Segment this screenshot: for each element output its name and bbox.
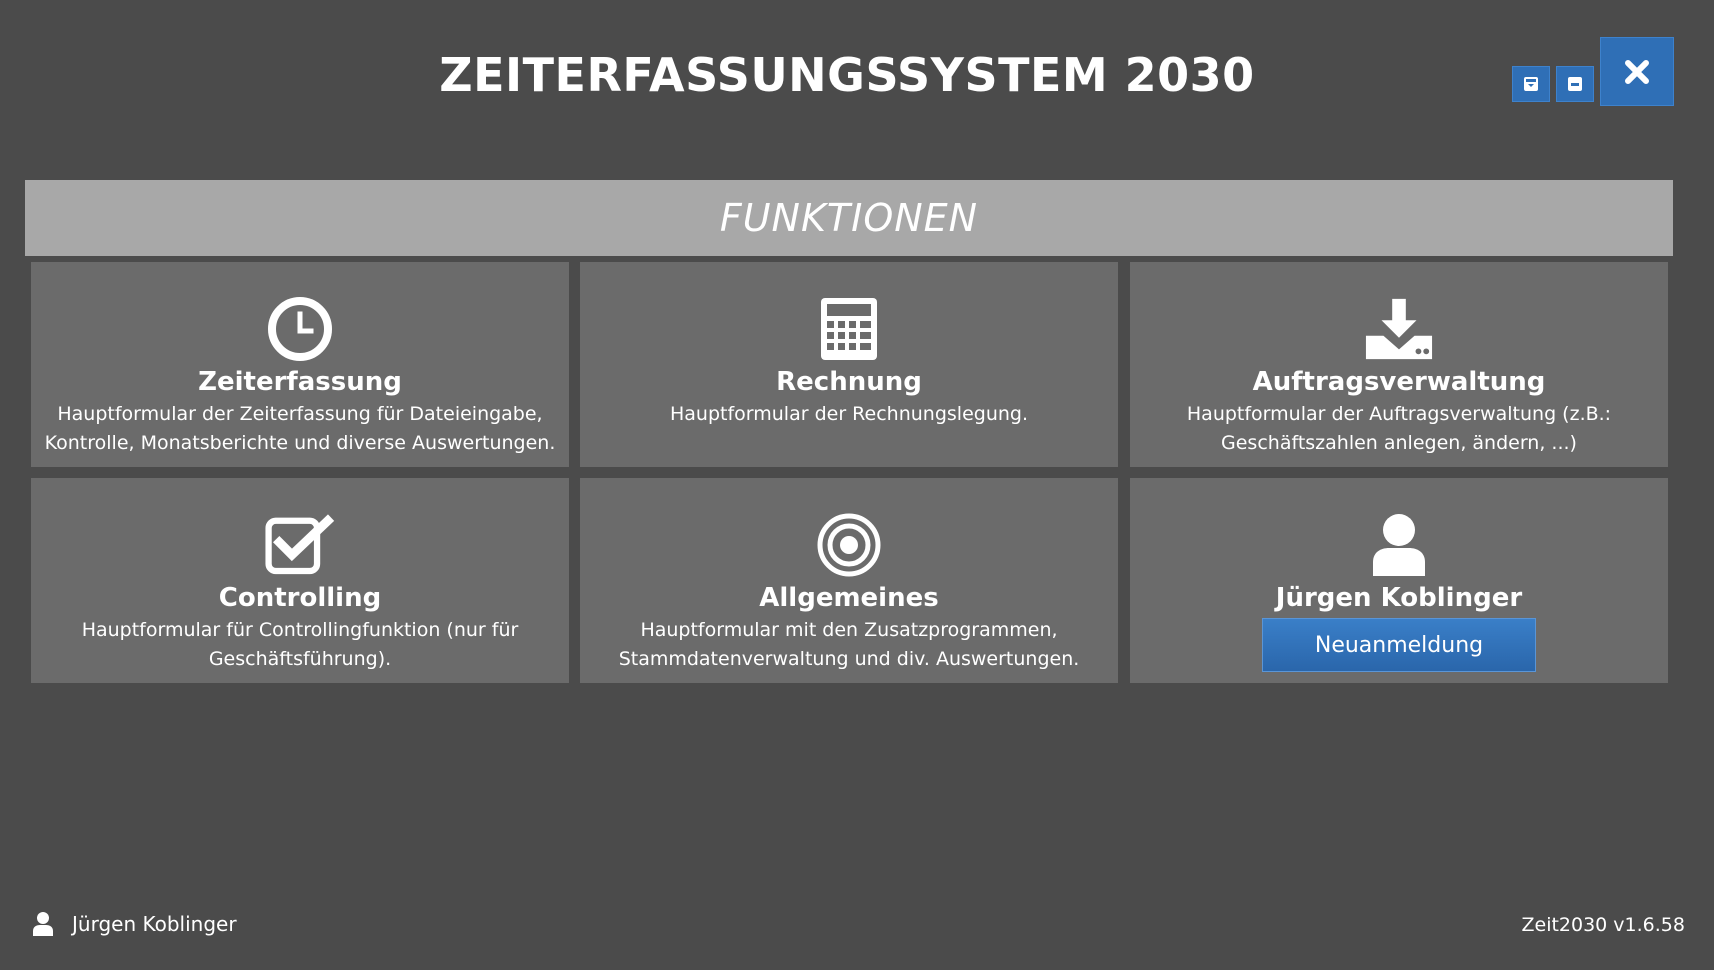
app-title: ZEITERFASSUNGSSYSTEM 2030: [439, 48, 1255, 102]
tile-auftragsverwaltung[interactable]: Auftragsverwaltung Hauptformular der Auf…: [1130, 262, 1668, 467]
close-icon: [1625, 59, 1649, 84]
tile-description: Hauptformular der Auftragsverwaltung (z.…: [1186, 403, 1612, 454]
tile-description: Hauptformular der Rechnungslegung.: [669, 403, 1029, 425]
restore-button[interactable]: [1512, 66, 1550, 102]
tile-title: Allgemeines: [759, 583, 939, 613]
minimize-button[interactable]: [1556, 66, 1594, 102]
calculator-icon: [814, 296, 884, 362]
minimize-icon: [1568, 77, 1582, 91]
neuanmeldung-button[interactable]: Neuanmeldung: [1262, 618, 1536, 672]
clock-icon: [265, 296, 335, 362]
tile-user: Jürgen Koblinger Neuanmeldung: [1130, 478, 1668, 683]
user-name: Jürgen Koblinger: [1275, 583, 1523, 613]
tile-title: Rechnung: [776, 367, 922, 397]
tile-zeiterfassung[interactable]: Zeiterfassung Hauptformular der Zeiterfa…: [31, 262, 569, 467]
user-icon: [33, 912, 53, 936]
section-header: FUNKTIONEN: [25, 180, 1673, 256]
tile-rechnung[interactable]: Rechnung Hauptformular der Rechnungslegu…: [580, 262, 1118, 467]
download-icon: [1364, 296, 1434, 362]
tile-controlling[interactable]: Controlling Hauptformular für Controllin…: [31, 478, 569, 683]
footer-user-name: Jürgen Koblinger: [72, 912, 237, 936]
tile-title: Controlling: [218, 583, 382, 613]
footer-user: Jürgen Koblinger: [32, 912, 237, 936]
target-icon: [814, 512, 884, 578]
section-title: FUNKTIONEN: [719, 196, 979, 240]
version-label: Zeit2030 v1.6.58: [1521, 914, 1685, 936]
tile-description: Hauptformular für Controllingfunktion (n…: [81, 619, 519, 670]
checkbox-icon: [265, 512, 335, 578]
tile-description: Hauptformular der Zeiterfassung für Date…: [44, 403, 556, 454]
close-button[interactable]: [1600, 37, 1674, 106]
user-icon: [1364, 512, 1434, 578]
tile-allgemeines[interactable]: Allgemeines Hauptformular mit den Zusatz…: [580, 478, 1118, 683]
tile-title: Zeiterfassung: [198, 367, 402, 397]
tile-description: Hauptformular mit den Zusatzprogrammen, …: [618, 619, 1080, 670]
restore-icon: [1524, 77, 1538, 91]
tile-title: Auftragsverwaltung: [1252, 367, 1546, 397]
